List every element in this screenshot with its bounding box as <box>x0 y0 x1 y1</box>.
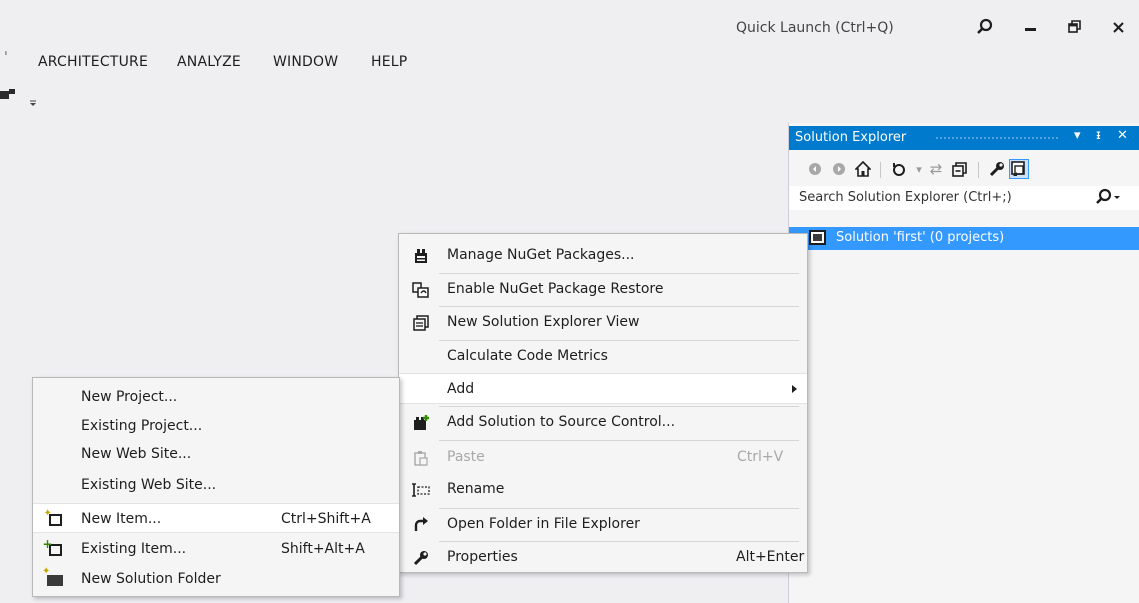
menu-item-label: Calculate Code Metrics <box>447 348 608 364</box>
menu-item-label: New Project... <box>81 389 178 405</box>
submenu-item-new-project[interactable]: New Project... <box>33 382 399 412</box>
quick-launch-placeholder: Quick Launch (Ctrl+Q) <box>736 20 894 36</box>
forward-icon[interactable] <box>829 159 849 179</box>
solution-explorer-panel: Solution Explorer ▾ ᵻ ✕ ▾ ⇄ Search Solut… <box>788 123 1139 603</box>
rename-icon <box>411 480 431 500</box>
menu-analyze[interactable]: ANALYZE <box>177 54 241 70</box>
new-view-icon <box>411 313 431 333</box>
menu-item-label: New Web Site... <box>81 446 192 462</box>
menu-item-label: New Solution Folder <box>81 571 221 587</box>
menu-window[interactable]: WINDOW <box>273 54 338 70</box>
home-icon[interactable] <box>853 159 873 179</box>
menu-item-shortcut: Ctrl+Shift+A <box>281 511 371 527</box>
new-solution-folder-icon: ✦ <box>42 566 65 590</box>
sync-icon[interactable] <box>889 159 909 179</box>
menu-help[interactable]: HELP <box>371 54 407 70</box>
source-control-icon <box>411 413 431 433</box>
add-submenu: New Project... Existing Project... New W… <box>32 377 400 597</box>
pending-changes-icon[interactable]: ⇄ <box>926 159 946 179</box>
menu-item-add-to-source-control[interactable]: Add Solution to Source Control... <box>399 407 807 438</box>
menu-item-new-solution-explorer-view[interactable]: New Solution Explorer View <box>399 307 807 338</box>
collapse-all-icon[interactable] <box>950 159 970 179</box>
menu-item-label: Rename <box>447 481 505 497</box>
menu-item-shortcut: Alt+Enter <box>736 549 805 565</box>
menu-item-label: Existing Web Site... <box>81 477 217 493</box>
paste-icon <box>411 448 431 468</box>
menu-item-rename[interactable]: Rename <box>399 474 807 505</box>
menu-item-enable-nuget-restore[interactable]: Enable NuGet Package Restore <box>399 274 807 305</box>
menu-item-label: Manage NuGet Packages... <box>447 247 635 263</box>
panel-close-icon[interactable]: ✕ <box>1117 128 1128 143</box>
new-item-icon: ✦ <box>44 508 65 530</box>
menu-item-calculate-code-metrics[interactable]: Calculate Code Metrics <box>399 341 807 372</box>
menu-item-add[interactable]: Add <box>399 373 807 404</box>
toolbar-separator <box>880 162 881 178</box>
menu-item-paste[interactable]: Paste Ctrl+V <box>399 442 807 473</box>
solution-explorer-search-placeholder: Search Solution Explorer (Ctrl+;) <box>799 190 1012 205</box>
menu-item-label: Add Solution to Source Control... <box>447 414 676 430</box>
search-icon[interactable] <box>976 18 994 40</box>
submenu-item-new-item[interactable]: ✦ New Item... Ctrl+Shift+A <box>33 503 399 533</box>
existing-item-icon: + <box>43 537 65 560</box>
back-icon[interactable] <box>805 159 825 179</box>
dropdown-icon[interactable]: ▾ <box>1074 128 1081 143</box>
menu-item-label: Existing Project... <box>81 418 203 434</box>
search-options-icon[interactable] <box>1095 188 1121 210</box>
title-grip <box>935 136 1059 141</box>
nuget-icon <box>411 246 431 266</box>
submenu-item-new-web-site[interactable]: New Web Site... <box>33 439 399 469</box>
menu-bar-edge: ˈ <box>4 50 9 66</box>
submenu-item-existing-web-site[interactable]: Existing Web Site... <box>33 470 399 500</box>
menu-item-shortcut: Ctrl+V <box>737 449 784 465</box>
menu-item-label: Paste <box>447 449 485 465</box>
solution-explorer-title: Solution Explorer <box>795 130 907 145</box>
menu-item-label: New Item... <box>81 511 162 527</box>
submenu-item-new-solution-folder[interactable]: ✦ New Solution Folder <box>33 564 399 594</box>
menu-item-label: Properties <box>447 549 518 565</box>
package-restore-icon <box>411 280 431 300</box>
open-folder-icon <box>411 515 431 535</box>
menu-item-manage-nuget[interactable]: Manage NuGet Packages... <box>399 240 807 271</box>
pin-icon[interactable]: ᵻ <box>1096 128 1101 143</box>
menu-divider <box>439 440 799 441</box>
submenu-arrow-icon <box>792 385 797 393</box>
menu-item-open-folder[interactable]: Open Folder in File Explorer <box>399 509 807 540</box>
solution-node[interactable]: Solution 'first' (0 projects) <box>789 227 1139 250</box>
close-icon[interactable] <box>1103 14 1133 40</box>
menu-item-label: New Solution Explorer View <box>447 314 640 330</box>
menu-item-properties[interactable]: Properties Alt+Enter <box>399 542 807 573</box>
toolbar-separator <box>978 162 979 178</box>
menu-item-label: Existing Item... <box>81 541 187 557</box>
show-all-files-icon[interactable] <box>1009 159 1029 179</box>
wrench-icon <box>411 548 431 568</box>
solution-icon <box>809 230 826 245</box>
restore-icon[interactable] <box>1060 14 1090 40</box>
properties-icon[interactable] <box>987 159 1007 179</box>
menu-architecture[interactable]: ARCHITECTURE <box>38 54 148 70</box>
solution-explorer-search[interactable]: Search Solution Explorer (Ctrl+;) <box>789 186 1139 210</box>
solution-node-label: Solution 'first' (0 projects) <box>836 230 1005 245</box>
menu-item-shortcut: Shift+Alt+A <box>281 541 365 557</box>
solution-context-menu: Manage NuGet Packages... Enable NuGet Pa… <box>398 233 808 573</box>
submenu-item-existing-project[interactable]: Existing Project... <box>33 411 399 441</box>
minimize-icon[interactable] <box>1016 14 1046 40</box>
submenu-item-existing-item[interactable]: + Existing Item... Shift+Alt+A <box>33 534 399 564</box>
quick-launch-box[interactable]: Quick Launch (Ctrl+Q) <box>728 16 1008 42</box>
toolbar-fragment <box>0 88 40 108</box>
menu-item-label: Open Folder in File Explorer <box>447 516 640 532</box>
solution-explorer-toolbar: ▾ ⇄ <box>789 154 1139 184</box>
menu-item-label: Add <box>447 381 475 397</box>
menu-item-label: Enable NuGet Package Restore <box>447 281 664 297</box>
solution-explorer-title-bar: Solution Explorer ▾ ᵻ ✕ <box>789 126 1139 150</box>
